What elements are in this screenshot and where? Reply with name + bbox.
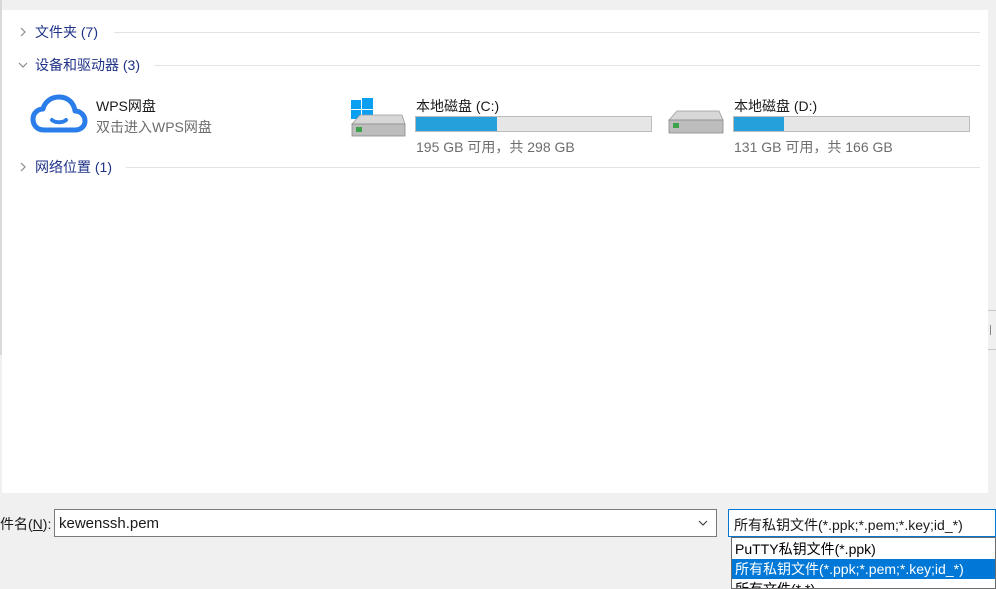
filetype-combobox[interactable]: 所有私钥文件(*.ppk;*.pem;*.key;id_*) bbox=[728, 509, 996, 537]
windows-drive-icon bbox=[348, 98, 406, 146]
group-title-folders: 文件夹 (7) bbox=[35, 24, 98, 40]
group-divider bbox=[154, 65, 980, 66]
drive-tile-c[interactable]: 本地磁盘 (C:) 195 GB 可用，共 298 GB bbox=[348, 84, 658, 155]
filetype-option[interactable]: PuTTY私钥文件(*.ppk) bbox=[732, 539, 995, 559]
device-subtitle: 双击进入WPS网盘 bbox=[96, 119, 212, 135]
drive-name: 本地磁盘 (D:) bbox=[734, 98, 818, 114]
cloud-icon bbox=[30, 94, 88, 138]
drive-icon bbox=[666, 108, 724, 146]
filetype-selected: 所有私钥文件(*.ppk;*.pem;*.key;id_*) bbox=[734, 517, 963, 533]
device-tile-wps[interactable]: WPS网盘 双击进入WPS网盘 bbox=[30, 88, 330, 140]
group-title-devices: 设备和驱动器 (3) bbox=[35, 57, 140, 73]
chevron-right-icon[interactable] bbox=[16, 25, 30, 39]
filename-label: 件名(N): bbox=[0, 516, 52, 532]
drive-usage-bar bbox=[733, 116, 970, 132]
drive-usage-bar bbox=[415, 116, 652, 132]
splitter-handle[interactable] bbox=[988, 310, 996, 350]
drive-usage-fill bbox=[734, 117, 784, 131]
group-divider bbox=[126, 167, 980, 168]
top-strip bbox=[0, 0, 996, 10]
filetype-option-selected[interactable]: 所有私钥文件(*.ppk;*.pem;*.key;id_*) bbox=[732, 559, 995, 579]
drive-usage-fill bbox=[416, 117, 498, 131]
group-header-network[interactable]: 网络位置 (1) bbox=[16, 157, 112, 177]
drive-space: 195 GB 可用，共 298 GB bbox=[416, 139, 575, 155]
group-header-folders[interactable]: 文件夹 (7) bbox=[16, 22, 98, 42]
filename-combobox[interactable] bbox=[54, 509, 717, 537]
chevron-down-icon[interactable] bbox=[694, 514, 712, 532]
chevron-right-icon[interactable] bbox=[16, 160, 30, 174]
drive-tile-d[interactable]: 本地磁盘 (D:) 131 GB 可用，共 166 GB bbox=[666, 84, 976, 155]
filetype-dropdown-list[interactable]: PuTTY私钥文件(*.ppk) 所有私钥文件(*.ppk;*.pem;*.ke… bbox=[731, 537, 996, 589]
group-header-devices[interactable]: 设备和驱动器 (3) bbox=[16, 55, 140, 75]
device-name: WPS网盘 bbox=[96, 98, 156, 114]
drive-space: 131 GB 可用，共 166 GB bbox=[734, 139, 893, 155]
group-title-network: 网络位置 (1) bbox=[35, 159, 112, 175]
group-divider bbox=[114, 32, 980, 33]
filename-input[interactable] bbox=[55, 510, 685, 536]
filetype-option[interactable]: 所有文件(*.*) bbox=[732, 579, 995, 588]
chevron-down-icon[interactable] bbox=[16, 58, 30, 72]
right-edge bbox=[988, 0, 996, 493]
file-list-pane[interactable]: 文件夹 (7) 设备和驱动器 (3) WPS网盘 双击进入WPS网盘 本地磁盘 … bbox=[2, 10, 988, 493]
drive-name: 本地磁盘 (C:) bbox=[416, 98, 500, 114]
